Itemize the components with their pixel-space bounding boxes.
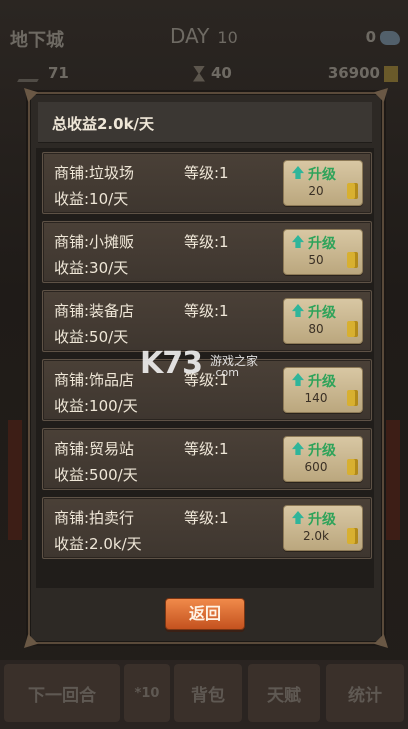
- gold-coin-icon: [347, 390, 358, 406]
- gold-value: 36900: [327, 64, 380, 82]
- up-arrow-icon: [292, 373, 304, 386]
- gold-coin-icon: [347, 183, 358, 199]
- total-income-title: 总收益2.0k/天: [52, 115, 155, 133]
- shop-row: 商铺:垃圾场 等级:1 收益:10/天 升级 20: [42, 152, 372, 214]
- sword-icon: [17, 65, 47, 82]
- talent-button[interactable]: 天赋: [248, 664, 320, 722]
- back-button[interactable]: 返回: [165, 598, 245, 630]
- shop-name: 商铺:小摊贩: [54, 233, 135, 251]
- next-turn-button[interactable]: 下一回合: [4, 664, 120, 722]
- upgrade-cost: 600: [304, 460, 328, 474]
- upgrade-label: 升级: [308, 305, 336, 321]
- gold-coin-icon: [347, 528, 358, 544]
- shop-income: 收益:10/天: [54, 190, 129, 208]
- right-side-decoration: [386, 420, 400, 540]
- upgrade-button[interactable]: 升级 140: [283, 367, 363, 413]
- shop-level: 等级:1: [184, 302, 229, 320]
- shop-income: 收益:30/天: [54, 259, 129, 277]
- day-label: DAY: [170, 24, 210, 48]
- shop-name: 商铺:贸易站: [54, 440, 135, 458]
- upgrade-cost: 20: [308, 184, 324, 198]
- upgrade-label: 升级: [308, 374, 336, 390]
- site-watermark: K73 游戏之家 .com: [140, 346, 258, 381]
- gold-coin-icon: [347, 459, 358, 475]
- up-arrow-icon: [292, 235, 304, 248]
- gold-icon: [384, 65, 398, 82]
- upgrade-cost: 50: [308, 253, 324, 267]
- shop-income: 收益:2.0k/天: [54, 535, 142, 553]
- hourglass-icon: [193, 65, 205, 82]
- upgrade-label: 升级: [308, 443, 336, 459]
- gold-stat: 36900: [328, 64, 398, 82]
- shop-row: 商铺:装备店 等级:1 收益:50/天 升级 80: [42, 290, 372, 352]
- upgrade-cost: 140: [304, 391, 328, 405]
- gold-coin-icon: [347, 252, 358, 268]
- upgrade-label: 升级: [308, 236, 336, 252]
- shop-name: 商铺:拍卖行: [54, 509, 135, 527]
- upgrade-cost: 80: [308, 322, 324, 336]
- upgrade-cost: 2.0k: [302, 529, 330, 543]
- dialog-header: 总收益2.0k/天: [38, 102, 372, 143]
- shop-row: 商铺:贸易站 等级:1 收益:500/天 升级 600: [42, 428, 372, 490]
- dialog-footer: 返回: [38, 594, 372, 634]
- shop-income: 收益:500/天: [54, 466, 138, 484]
- location-title: 地下城: [10, 30, 64, 51]
- shop-name: 商铺:饰品店: [54, 371, 135, 389]
- up-arrow-icon: [292, 304, 304, 317]
- up-arrow-icon: [292, 511, 304, 524]
- upgrade-button[interactable]: 升级 20: [283, 160, 363, 206]
- gem-value: 0: [365, 28, 376, 46]
- time-stat: 40: [193, 64, 232, 82]
- shop-name: 商铺:垃圾场: [54, 164, 135, 182]
- upgrade-button[interactable]: 升级 600: [283, 436, 363, 482]
- top-hud: 地下城 DAY 10 0 71 40 36900: [0, 0, 408, 95]
- shop-name: 商铺:装备店: [54, 302, 135, 320]
- shop-level: 等级:1: [184, 440, 229, 458]
- attack-value: 71: [48, 64, 69, 82]
- gold-coin-icon: [347, 321, 358, 337]
- day-counter: DAY 10: [170, 24, 238, 48]
- left-side-decoration: [8, 420, 22, 540]
- shop-row: 商铺:小摊贩 等级:1 收益:30/天 升级 50: [42, 221, 372, 283]
- shop-list[interactable]: 商铺:垃圾场 等级:1 收益:10/天 升级 20 商铺:小摊贩 等级:1 收益…: [36, 148, 374, 588]
- shop-level: 等级:1: [184, 164, 229, 182]
- bottom-action-bar: 下一回合 *10 背包 天赋 统计: [0, 660, 408, 729]
- shop-level: 等级:1: [184, 233, 229, 251]
- shop-income-dialog: 总收益2.0k/天 商铺:垃圾场 等级:1 收益:10/天 升级 20 商铺:小…: [24, 88, 388, 648]
- day-value: 10: [217, 28, 238, 47]
- shop-row: 商铺:拍卖行 等级:1 收益:2.0k/天 升级 2.0k: [42, 497, 372, 559]
- shop-income: 收益:100/天: [54, 397, 138, 415]
- upgrade-button[interactable]: 升级 2.0k: [283, 505, 363, 551]
- upgrade-button[interactable]: 升级 80: [283, 298, 363, 344]
- gem-counter: 0: [366, 28, 400, 46]
- up-arrow-icon: [292, 166, 304, 179]
- watermark-domain: .com: [212, 366, 239, 379]
- x10-button[interactable]: *10: [124, 664, 170, 722]
- shop-row: 商铺:饰品店 等级:1 收益:100/天 升级 140: [42, 359, 372, 421]
- shop-level: 等级:1: [184, 509, 229, 527]
- bag-button[interactable]: 背包: [174, 664, 242, 722]
- shop-income: 收益:50/天: [54, 328, 129, 346]
- gem-icon: [380, 30, 400, 45]
- upgrade-label: 升级: [308, 512, 336, 528]
- attack-stat: 71: [17, 64, 69, 82]
- stats-button[interactable]: 统计: [326, 664, 404, 722]
- upgrade-button[interactable]: 升级 50: [283, 229, 363, 275]
- watermark-logo: K73: [140, 346, 203, 381]
- up-arrow-icon: [292, 442, 304, 455]
- resource-row: 71 40 36900: [0, 64, 408, 86]
- time-value: 40: [211, 64, 232, 82]
- upgrade-label: 升级: [308, 167, 336, 183]
